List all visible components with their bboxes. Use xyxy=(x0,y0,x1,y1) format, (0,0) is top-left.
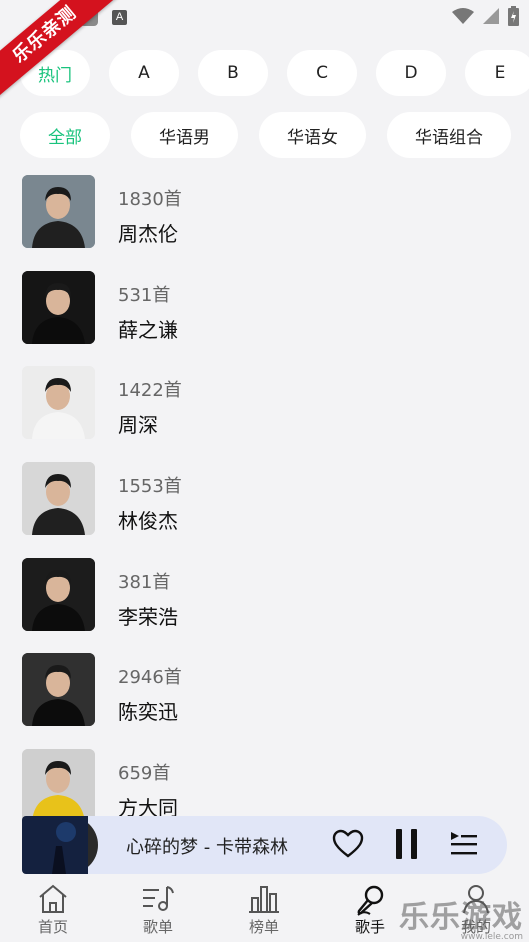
song-count: 381首 xyxy=(118,571,171,593)
filter-chip-category[interactable]: 华语男 xyxy=(131,112,238,158)
song-count: 1830首 xyxy=(118,189,182,210)
artist-list-item[interactable]: 531首薛之谦 xyxy=(0,269,529,365)
song-count: 1422首 xyxy=(118,380,182,402)
now-playing-title: 心碎的梦 - 卡带森林 xyxy=(126,837,288,858)
filter-chip-category[interactable]: 华语女 xyxy=(259,112,366,158)
artist-list-item[interactable]: 1553首林俊杰 xyxy=(0,460,529,556)
a-icon: A xyxy=(112,10,127,25)
playlist-queue-button[interactable] xyxy=(450,830,478,862)
song-count: 659首 xyxy=(118,763,171,785)
artist-name: 周杰伦 xyxy=(118,222,178,246)
wifi-icon xyxy=(452,8,474,24)
mini-player[interactable]: 心碎的梦 - 卡带森林 xyxy=(22,816,507,874)
filter-chip-letter[interactable]: C xyxy=(287,50,357,96)
filter-chip-category[interactable]: 全部 xyxy=(20,112,110,158)
artist-list: 1830首 周杰伦 531首 薛之谦 1422首 周深 1553首 林俊杰 381首 李荣浩 294… xyxy=(0,173,529,843)
battery-icon xyxy=(508,6,519,26)
filter-chip-letter[interactable]: E xyxy=(465,50,529,96)
album-cover[interactable] xyxy=(22,816,88,874)
artist-avatar xyxy=(22,270,95,344)
artist-avatar xyxy=(22,462,95,536)
playlist-icon xyxy=(128,880,188,918)
tab-label: 榜单 xyxy=(248,918,279,936)
artist-avatar xyxy=(22,653,95,727)
filter-chip-category[interactable]: 华语组合 xyxy=(387,112,511,158)
pause-button[interactable] xyxy=(394,828,420,864)
heart-icon xyxy=(332,829,364,858)
artist-name: 陈奕迅 xyxy=(118,700,178,725)
artist-list-item[interactable]: 381首李荣浩 xyxy=(0,556,529,652)
chart-icon xyxy=(234,880,294,918)
signal-icon xyxy=(483,8,499,24)
song-count: 531首 xyxy=(118,284,171,306)
queue-icon xyxy=(451,832,477,855)
artist-avatar xyxy=(22,557,95,631)
status-icons xyxy=(452,6,519,26)
tab-label: 歌单 xyxy=(142,918,173,936)
filter-chip-letter[interactable]: B xyxy=(198,50,268,96)
favorite-button[interactable] xyxy=(332,829,364,863)
artist-name: 薛之谦 xyxy=(118,317,178,342)
artist-list-item[interactable]: 1830首周杰伦 xyxy=(0,173,529,269)
artist-avatar xyxy=(22,366,95,440)
tab-label: 首页 xyxy=(37,918,68,936)
artist-avatar xyxy=(22,175,95,248)
pause-icon xyxy=(396,829,417,859)
tab-label: 歌手 xyxy=(354,918,385,936)
tab-microphone[interactable]: 歌手 xyxy=(340,880,400,937)
song-count: 2946首 xyxy=(118,667,182,689)
artist-name: 李荣浩 xyxy=(118,604,178,629)
home-icon xyxy=(23,880,83,918)
artist-name: 周深 xyxy=(118,413,158,438)
artist-name: 林俊杰 xyxy=(118,509,178,534)
artist-list-item[interactable]: 2946首陈奕迅 xyxy=(0,651,529,747)
tab-home[interactable]: 首页 xyxy=(23,880,83,937)
song-count: 1553首 xyxy=(118,476,182,498)
filter-chip-letter[interactable]: A xyxy=(109,50,179,96)
tab-playlist[interactable]: 歌单 xyxy=(128,880,188,937)
artist-avatar xyxy=(22,749,95,823)
letter-filter-row: 热门 A B C D E xyxy=(20,50,529,96)
microphone-icon xyxy=(340,880,400,918)
category-filter-row: 全部 华语男 华语女 华语组合 xyxy=(20,112,511,158)
watermark: 乐乐游戏 www.lele.com xyxy=(399,900,523,942)
tab-chart[interactable]: 榜单 xyxy=(234,880,294,937)
filter-chip-letter[interactable]: D xyxy=(376,50,446,96)
artist-list-item[interactable]: 1422首周深 xyxy=(0,364,529,460)
